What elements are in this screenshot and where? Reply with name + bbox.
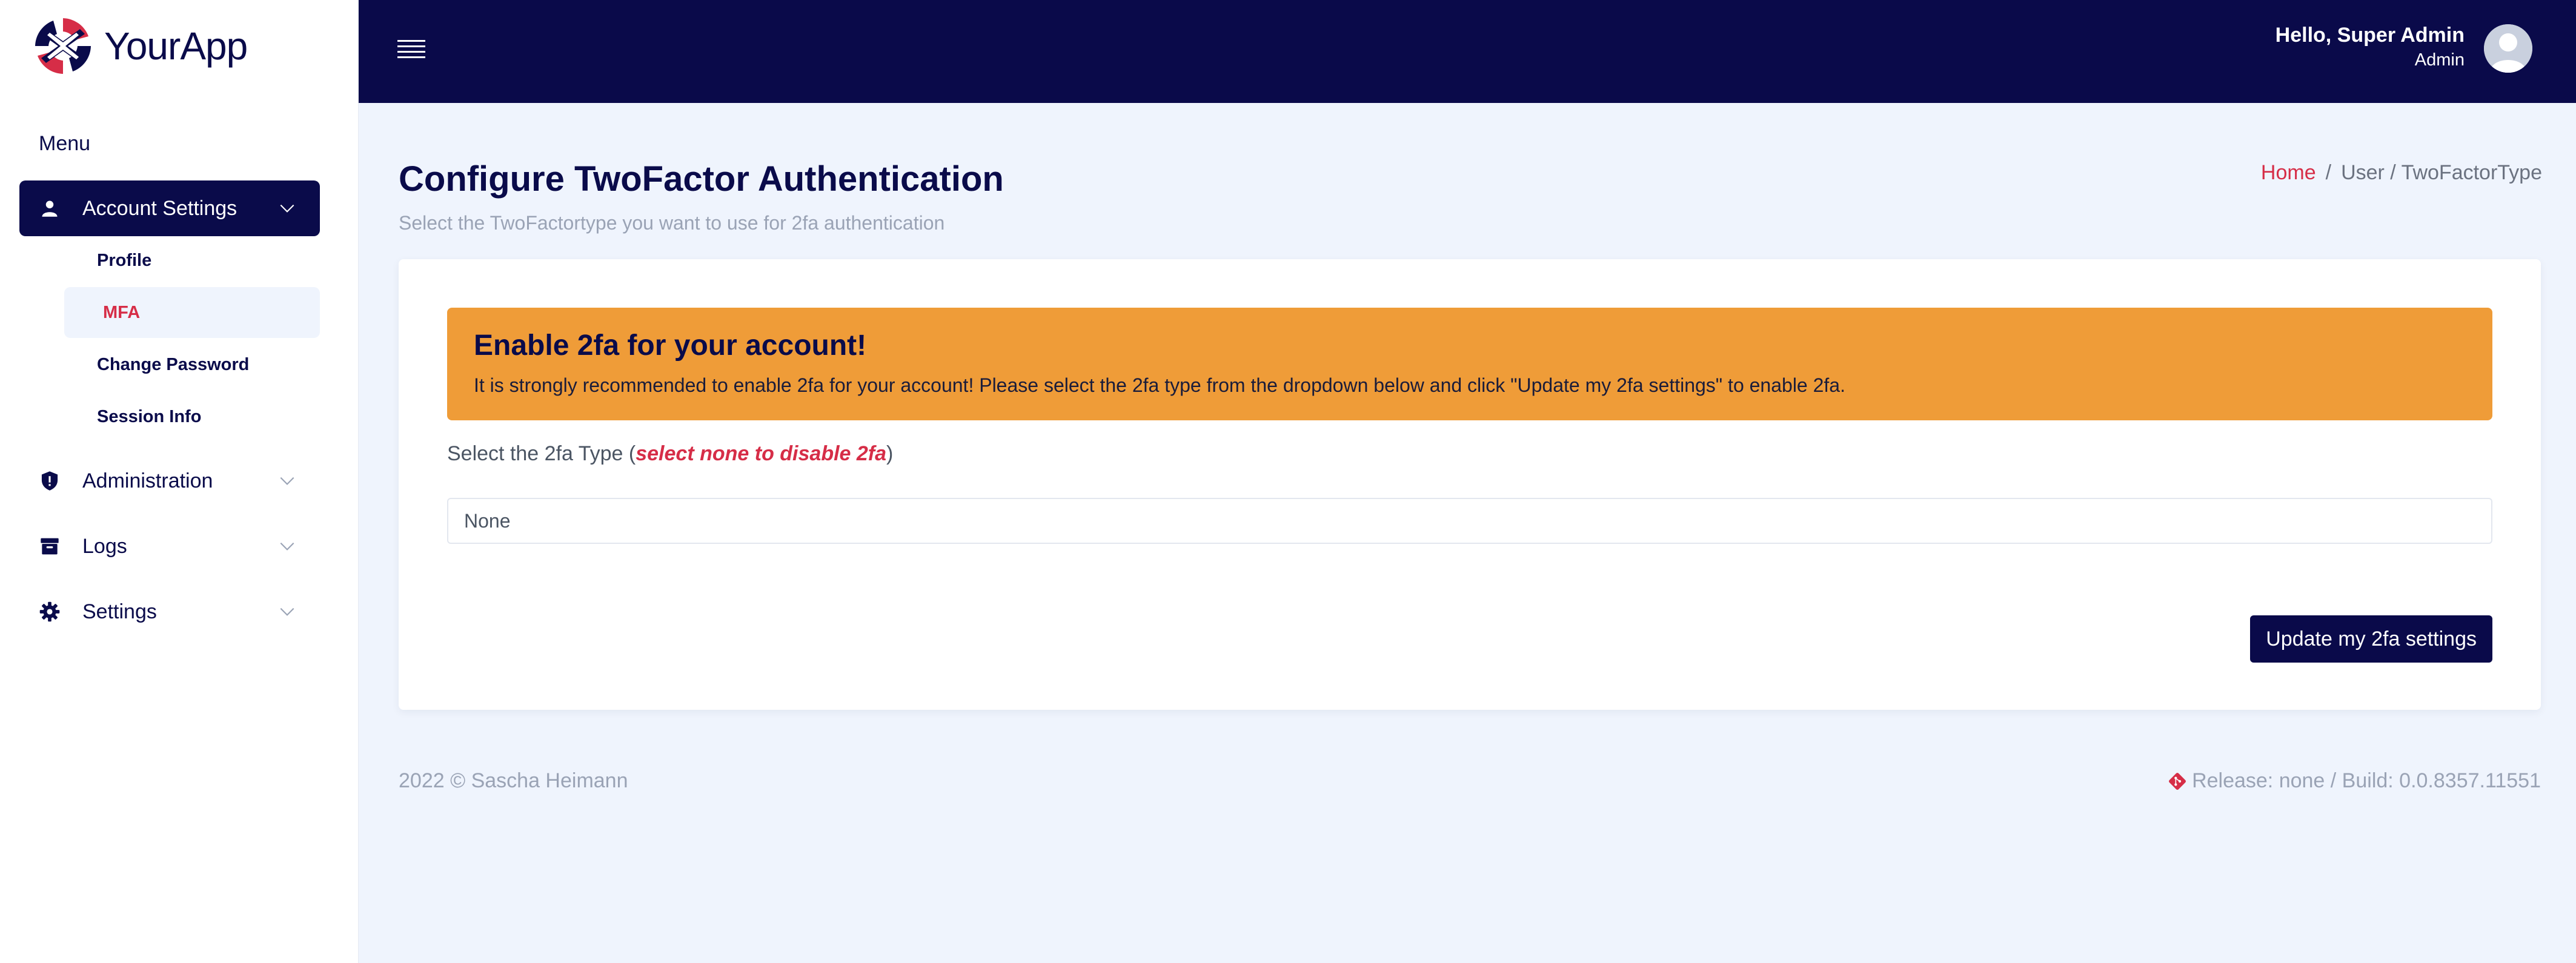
sidebar-item-label: Settings: [82, 600, 157, 623]
menu-heading: Menu: [39, 132, 91, 155]
user-avatar-icon: [2484, 24, 2532, 73]
sidebar-subitem-profile[interactable]: Profile: [64, 235, 320, 286]
mfa-card: Enable 2fa for your account! It is stron…: [399, 259, 2541, 710]
user-info[interactable]: Hello, Super Admin Admin: [2276, 22, 2465, 71]
breadcrumb-current: User / TwoFactorType: [2341, 161, 2542, 184]
gear-icon: [38, 600, 62, 624]
sidebar-item-label: Administration: [82, 469, 213, 492]
sidebar-item-logs[interactable]: Logs: [19, 518, 320, 574]
twofactor-type-select[interactable]: None: [447, 498, 2492, 544]
hamburger-icon[interactable]: [397, 38, 425, 63]
sidebar-item-account-settings[interactable]: Account Settings: [19, 180, 320, 236]
enable-2fa-alert: Enable 2fa for your account! It is stron…: [447, 308, 2492, 420]
breadcrumb-home-link[interactable]: Home: [2261, 161, 2316, 185]
select-current-value: None: [464, 509, 511, 532]
page-subtitle: Select the TwoFactortype you want to use…: [399, 212, 945, 234]
chevron-down-icon: [280, 477, 294, 485]
sidebar: YourApp Menu Account Settings Profile MF…: [0, 0, 359, 963]
brand-name: YourApp: [104, 24, 248, 68]
update-2fa-settings-button[interactable]: Update my 2fa settings: [2250, 615, 2492, 663]
topbar: Hello, Super Admin Admin: [359, 0, 2576, 103]
yourapp-logo-icon: [35, 18, 91, 74]
breadcrumb: Home / User / TwoFactorType: [2261, 161, 2542, 185]
sidebar-subitem-mfa[interactable]: MFA: [64, 287, 320, 338]
chevron-down-icon: [280, 542, 294, 551]
page-title: Configure TwoFactor Authentication: [399, 159, 1004, 199]
footer-release: Release: none / Build: 0.0.8357.11551: [2168, 769, 2541, 793]
alert-title: Enable 2fa for your account!: [474, 329, 867, 362]
chevron-down-icon: [280, 204, 294, 213]
select-label-prefix: Select the 2fa Type (: [447, 442, 636, 465]
user-icon: [38, 196, 62, 220]
user-greeting: Hello, Super Admin: [2275, 24, 2465, 47]
footer-copyright: 2022 © Sascha Heimann: [399, 769, 628, 792]
sidebar-item-settings[interactable]: Settings: [19, 584, 320, 640]
git-icon: [2169, 772, 2186, 790]
sidebar-item-label: Logs: [82, 534, 127, 558]
sidebar-subitem-session-info[interactable]: Session Info: [64, 391, 320, 442]
avatar[interactable]: [2484, 24, 2532, 73]
sidebar-item-administration[interactable]: Administration: [19, 453, 320, 509]
select-2fa-type-label: Select the 2fa Type (select none to disa…: [447, 442, 893, 466]
select-label-hint: select none to disable 2fa: [636, 442, 887, 465]
sidebar-item-label: Account Settings: [82, 196, 237, 220]
brand[interactable]: YourApp: [33, 16, 248, 76]
user-role: Admin: [2414, 50, 2465, 70]
select-label-suffix: ): [886, 442, 894, 465]
release-info: Release: none / Build: 0.0.8357.11551: [2192, 769, 2541, 792]
alert-text: It is strongly recommended to enable 2fa…: [474, 374, 1845, 396]
breadcrumb-separator: /: [2325, 161, 2332, 184]
shield-icon: [38, 469, 62, 493]
chevron-down-icon: [280, 607, 294, 616]
archive-icon: [38, 534, 62, 558]
sidebar-subitem-change-password[interactable]: Change Password: [64, 339, 320, 390]
